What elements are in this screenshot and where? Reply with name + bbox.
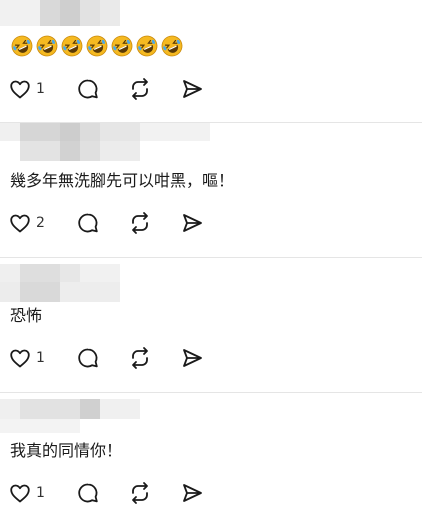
blurred-username — [0, 0, 120, 26]
rolling-on-floor-laughing-emoji — [61, 35, 83, 57]
blurred-username — [0, 399, 140, 419]
repost-icon — [132, 212, 148, 234]
reply-text: 恐怖 — [10, 306, 43, 325]
like-button[interactable]: 1 — [8, 480, 50, 506]
reply-post: 恐怖 1 — [0, 258, 422, 392]
reply-post: 我真的同情你！ 1 — [0, 393, 422, 516]
emoji-reply-content — [10, 34, 184, 58]
heart-icon — [10, 214, 30, 233]
repost-button[interactable] — [128, 345, 152, 371]
like-count: 1 — [36, 350, 45, 366]
share-button[interactable] — [180, 480, 204, 506]
blurred-handle — [0, 282, 120, 302]
blurred-username — [0, 264, 120, 282]
heart-icon — [10, 349, 30, 368]
reply-post: 1 — [0, 0, 422, 122]
comment-button[interactable] — [76, 345, 100, 371]
comment-icon — [78, 213, 98, 233]
blurred-handle — [0, 419, 80, 433]
share-button[interactable] — [180, 210, 204, 236]
rolling-on-floor-laughing-emoji — [11, 35, 33, 57]
rolling-on-floor-laughing-emoji — [161, 35, 183, 57]
like-button[interactable]: 1 — [8, 345, 50, 371]
rolling-on-floor-laughing-emoji — [111, 35, 133, 57]
comment-button[interactable] — [76, 76, 100, 102]
like-count: 1 — [36, 485, 45, 501]
comment-button[interactable] — [76, 210, 100, 236]
send-icon — [183, 349, 202, 367]
share-button[interactable] — [180, 345, 204, 371]
like-count: 2 — [36, 215, 45, 231]
post-actions: 2 — [8, 210, 204, 236]
rolling-on-floor-laughing-emoji — [86, 35, 108, 57]
send-icon — [183, 484, 202, 502]
comment-icon — [78, 79, 98, 99]
like-count: 1 — [36, 81, 45, 97]
rolling-on-floor-laughing-emoji — [136, 35, 158, 57]
repost-button[interactable] — [128, 76, 152, 102]
heart-icon — [10, 80, 30, 99]
post-actions: 1 — [8, 345, 204, 371]
repost-icon — [132, 347, 148, 369]
reply-text: 幾多年無洗腳先可以咁黑，嘔！ — [10, 171, 235, 190]
blurred-handle — [20, 141, 140, 161]
repost-button[interactable] — [128, 210, 152, 236]
like-button[interactable]: 1 — [8, 76, 50, 102]
comment-button[interactable] — [76, 480, 100, 506]
heart-icon — [10, 484, 30, 503]
reply-text: 我真的同情你！ — [10, 441, 123, 460]
repost-button[interactable] — [128, 480, 152, 506]
comment-icon — [78, 348, 98, 368]
send-icon — [183, 80, 202, 98]
comment-icon — [78, 483, 98, 503]
blurred-username — [0, 123, 210, 141]
send-icon — [183, 214, 202, 232]
like-button[interactable]: 2 — [8, 210, 50, 236]
share-button[interactable] — [180, 76, 204, 102]
reply-post: 幾多年無洗腳先可以咁黑，嘔！ 2 — [0, 123, 422, 257]
repost-icon — [132, 482, 148, 504]
post-actions: 1 — [8, 76, 204, 102]
repost-icon — [132, 78, 148, 100]
rolling-on-floor-laughing-emoji — [36, 35, 58, 57]
post-actions: 1 — [8, 480, 204, 506]
